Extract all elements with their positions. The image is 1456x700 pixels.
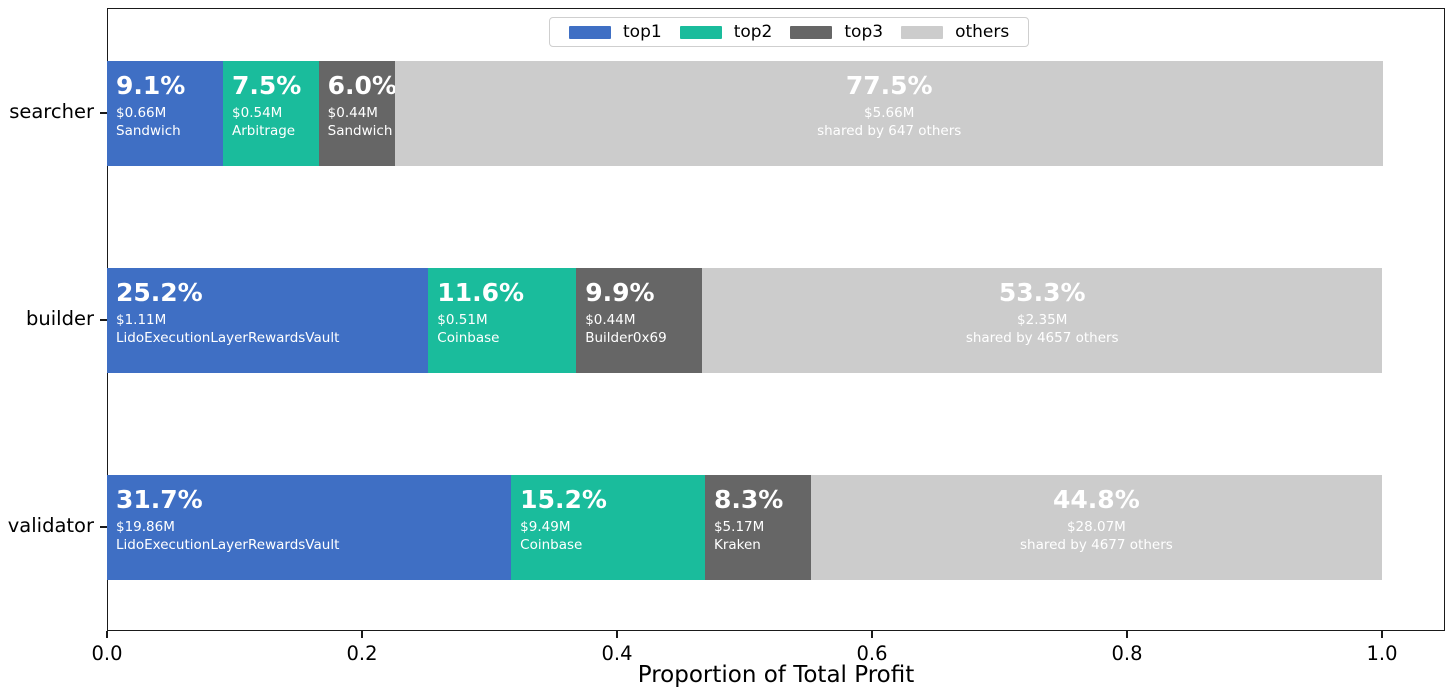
segment-percent: 77.5% — [845, 70, 933, 100]
segment-amount: $0.66M — [116, 105, 167, 121]
segment-detail: $0.44M Builder0x69 — [585, 312, 700, 348]
legend-item-top2[interactable]: top2 — [671, 22, 782, 42]
segment-entity: shared by 4677 others — [1020, 536, 1173, 553]
bar-segment-searcher-others[interactable]: 77.5% $5.66M shared by 647 others — [395, 60, 1384, 166]
segment-label-group: 25.2% $1.11M LidoExecutionLayerRewardsVaul… — [116, 268, 426, 373]
segment-entity: LidoExecutionLayerRewardsVault — [116, 536, 340, 553]
segment-amount: $0.51M — [437, 312, 488, 328]
segment-amount: $19.86M — [116, 519, 175, 535]
segment-label-group: 77.5% $5.66M shared by 647 others — [395, 61, 1383, 166]
segment-amount: $5.66M — [864, 105, 915, 121]
segment-amount: $5.17M — [713, 519, 765, 535]
segment-percent: 31.7% — [116, 484, 203, 514]
segment-detail: $2.35M shared by 4657 others — [702, 312, 1382, 348]
legend-item-top3[interactable]: top3 — [781, 22, 892, 42]
bar-segment-validator-top1[interactable]: 31.7% $19.86M LidoExecutionLayerRewardsVau… — [107, 474, 512, 580]
x-tick-mark — [1126, 631, 1128, 638]
segment-entity: Coinbase — [437, 329, 500, 346]
segment-amount: $2.35M — [1017, 312, 1068, 328]
bar-segment-searcher-top3[interactable]: 6.0% $0.44M Sandwich — [318, 60, 396, 166]
bar-row-searcher: 9.1% $0.66M Sandwich 7.5% $0.54M Arbitrage 6.0… — [0, 60, 1456, 166]
segment-entity: shared by 647 others — [817, 122, 962, 139]
legend-swatch-icon — [790, 25, 833, 39]
bar-segment-searcher-top1[interactable]: 9.1% $0.66M Sandwich — [107, 60, 224, 166]
segment-amount: $1.11M — [116, 312, 167, 328]
segment-amount: $28.07M — [1066, 519, 1126, 535]
x-tick-mark — [1381, 631, 1383, 638]
legend-swatch-icon — [679, 25, 722, 39]
segment-entity: Builder0x69 — [585, 329, 667, 346]
segment-label-group: 53.3% $2.35M shared by 4657 others — [702, 268, 1382, 373]
bar-row-builder: 25.2% $1.11M LidoExecutionLayerRewardsVaul… — [0, 267, 1456, 373]
segment-label-group: 9.1% $0.66M Sandwich — [116, 61, 221, 166]
segment-detail: $28.07M shared by 4677 others — [811, 519, 1382, 555]
segment-detail: $9.49M Coinbase — [520, 519, 703, 555]
segment-label-group: 31.7% $19.86M LidoExecutionLayerRewardsVau… — [116, 475, 509, 580]
x-tick-mark — [361, 631, 363, 638]
segment-percent: 25.2% — [116, 277, 203, 307]
legend-label: top2 — [733, 22, 773, 42]
segment-amount: $0.44M — [585, 312, 636, 328]
bar-segment-validator-others[interactable]: 44.8% $28.07M shared by 4677 others — [810, 474, 1382, 580]
segment-entity: Sandwich — [116, 122, 181, 139]
segment-detail: $0.66M Sandwich — [116, 105, 221, 141]
segment-entity: Coinbase — [520, 536, 583, 553]
segment-amount: $0.44M — [327, 105, 378, 121]
bar-segment-builder-top3[interactable]: 9.9% $0.44M Builder0x69 — [576, 267, 703, 373]
bar-row-validator: 31.7% $19.86M LidoExecutionLayerRewardsVau… — [0, 474, 1456, 580]
segment-entity: Arbitrage — [232, 122, 296, 139]
segment-detail: $0.44M Sandwich — [328, 105, 394, 141]
segment-label-group: 15.2% $9.49M Coinbase — [520, 475, 703, 580]
segment-amount: $0.54M — [232, 105, 283, 121]
bar-segment-validator-top2[interactable]: 15.2% $9.49M Coinbase — [511, 474, 705, 580]
segment-label-group: 11.6% $0.51M Coinbase — [437, 268, 574, 373]
segment-label-group: 44.8% $28.07M shared by 4677 others — [811, 475, 1382, 580]
segment-detail: $1.11M LidoExecutionLayerRewardsVault — [116, 312, 426, 348]
segment-label-group: 6.0% $0.44M Sandwich — [327, 61, 396, 166]
segment-detail: $19.86M LidoExecutionLayerRewardsVault — [116, 519, 509, 555]
x-tick-mark — [616, 631, 618, 638]
legend-label: top3 — [844, 22, 884, 42]
x-axis-title: Proportion of Total Profit — [637, 662, 915, 688]
bar-segment-builder-others[interactable]: 53.3% $2.35M shared by 4657 others — [702, 267, 1382, 373]
segment-entity: Sandwich — [327, 122, 393, 139]
chart-legend: top1 top2 top3 others — [549, 17, 1030, 47]
legend-swatch-icon — [569, 25, 611, 39]
legend-label: others — [955, 22, 1010, 42]
segment-percent: 15.2% — [520, 484, 607, 514]
segment-percent: 7.5% — [232, 70, 302, 100]
legend-swatch-icon — [901, 25, 944, 39]
segment-percent: 53.3% — [998, 277, 1086, 307]
segment-detail: $5.66M shared by 647 others — [395, 105, 1383, 141]
legend-item-others[interactable]: others — [892, 22, 1018, 42]
segment-percent: 8.3% — [713, 484, 784, 514]
bar-segment-searcher-top2[interactable]: 7.5% $0.54M Arbitrage — [223, 60, 319, 166]
segment-amount: $9.49M — [520, 519, 571, 535]
segment-detail: $0.51M Coinbase — [437, 312, 574, 348]
x-tick-mark — [871, 631, 873, 638]
segment-percent: 44.8% — [1053, 484, 1140, 514]
x-tick-mark — [106, 631, 108, 638]
bar-segment-builder-top1[interactable]: 25.2% $1.11M LidoExecutionLayerRewardsVaul… — [107, 267, 429, 373]
legend-item-top1[interactable]: top1 — [560, 22, 671, 42]
stacked-bar-chart: searcher builder validator 9.1% $0.66M Sandw… — [0, 0, 1456, 700]
bar-segment-validator-top3[interactable]: 8.3% $5.17M Kraken — [704, 474, 811, 580]
segment-entity: LidoExecutionLayerRewardsVault — [116, 329, 340, 346]
segment-percent: 9.9% — [585, 277, 655, 307]
bar-segment-builder-top2[interactable]: 11.6% $0.51M Coinbase — [428, 267, 577, 373]
segment-entity: Kraken — [713, 536, 761, 553]
segment-percent: 9.1% — [116, 70, 186, 100]
segment-detail: $0.54M Arbitrage — [232, 105, 317, 141]
segment-detail: $5.17M Kraken — [714, 519, 809, 555]
segment-label-group: 9.9% $0.44M Builder0x69 — [585, 268, 700, 373]
segment-percent: 11.6% — [437, 277, 525, 307]
segment-label-group: 7.5% $0.54M Arbitrage — [232, 61, 317, 166]
segment-label-group: 8.3% $5.17M Kraken — [714, 475, 809, 580]
legend-label: top1 — [623, 22, 662, 42]
segment-entity: shared by 4657 others — [965, 329, 1119, 346]
segment-percent: 6.0% — [327, 70, 396, 100]
